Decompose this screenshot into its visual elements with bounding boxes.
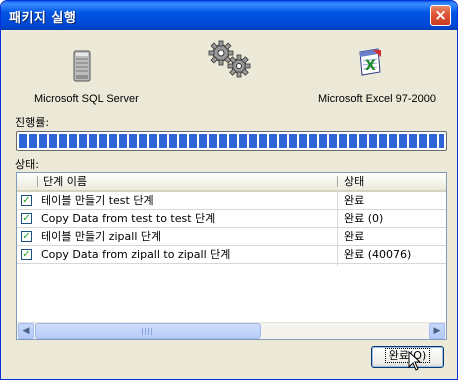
- arrow-left-icon: ◀: [22, 326, 30, 336]
- status-list-header: 단계 이름 상태: [17, 173, 446, 192]
- package-execution-dialog: 패키지 실행 × Microsoft SQL Server X Microsof…: [0, 0, 458, 380]
- step-status: 완료 (0): [344, 212, 384, 225]
- scroll-right-button[interactable]: ▶: [429, 323, 445, 339]
- horizontal-scrollbar[interactable]: ◀ ▶: [17, 322, 446, 339]
- window-title: 패키지 실행: [9, 11, 77, 26]
- title-bar[interactable]: 패키지 실행 ×: [1, 1, 457, 30]
- step-status: 완료: [344, 194, 365, 207]
- source-label: Microsoft SQL Server: [34, 93, 139, 105]
- step-status: 완료: [344, 230, 365, 243]
- checkmark-icon: ✓: [21, 213, 32, 224]
- progress-label: 진행률:: [15, 116, 50, 129]
- table-row[interactable]: ✓ Copy Data from test to test 단계 완료 (0): [17, 210, 446, 228]
- step-name: 테이블 만들기 zipall 단계: [41, 230, 162, 243]
- progress-bar: [16, 131, 447, 151]
- checkmark-icon: ✓: [21, 195, 32, 206]
- table-row[interactable]: ✓ Copy Data from zipall to zipall 단계 완료 …: [17, 246, 446, 264]
- progress-fill: [19, 134, 444, 148]
- close-button[interactable]: ×: [430, 5, 451, 26]
- checkmark-icon: ✓: [21, 231, 32, 242]
- checkmark-icon: ✓: [21, 249, 32, 260]
- status-list[interactable]: 단계 이름 상태 ✓ 테이블 만들기 test 단계 완료 ✓ Copy Dat…: [16, 172, 447, 340]
- dialog-body: Microsoft SQL Server X Microsoft Excel 9…: [4, 30, 454, 378]
- cursor-icon: [408, 350, 422, 375]
- step-status: 완료 (40076): [344, 248, 412, 261]
- close-icon: ×: [434, 6, 447, 24]
- scroll-left-button[interactable]: ◀: [18, 323, 34, 339]
- table-row[interactable]: ✓ 테이블 만들기 test 단계 완료: [17, 192, 446, 210]
- destination-label: Microsoft Excel 97-2000: [318, 93, 436, 105]
- excel-icon: X: [356, 48, 382, 80]
- step-name: Copy Data from zipall to zipall 단계: [41, 248, 231, 261]
- step-name: Copy Data from test to test 단계: [41, 212, 216, 225]
- server-icon: [73, 50, 91, 86]
- step-name: 테이블 만들기 test 단계: [41, 194, 154, 207]
- table-row[interactable]: ✓ 테이블 만들기 zipall 단계 완료: [17, 228, 446, 246]
- arrow-right-icon: ▶: [433, 326, 441, 336]
- column-header-step[interactable]: 단계 이름: [37, 173, 337, 190]
- column-header-status[interactable]: 상태: [338, 173, 446, 190]
- svg-text:X: X: [365, 58, 376, 74]
- status-label: 상태:: [15, 158, 39, 171]
- grip-icon: [142, 328, 152, 335]
- gears-icon: [208, 40, 252, 82]
- scroll-thumb[interactable]: [35, 323, 261, 339]
